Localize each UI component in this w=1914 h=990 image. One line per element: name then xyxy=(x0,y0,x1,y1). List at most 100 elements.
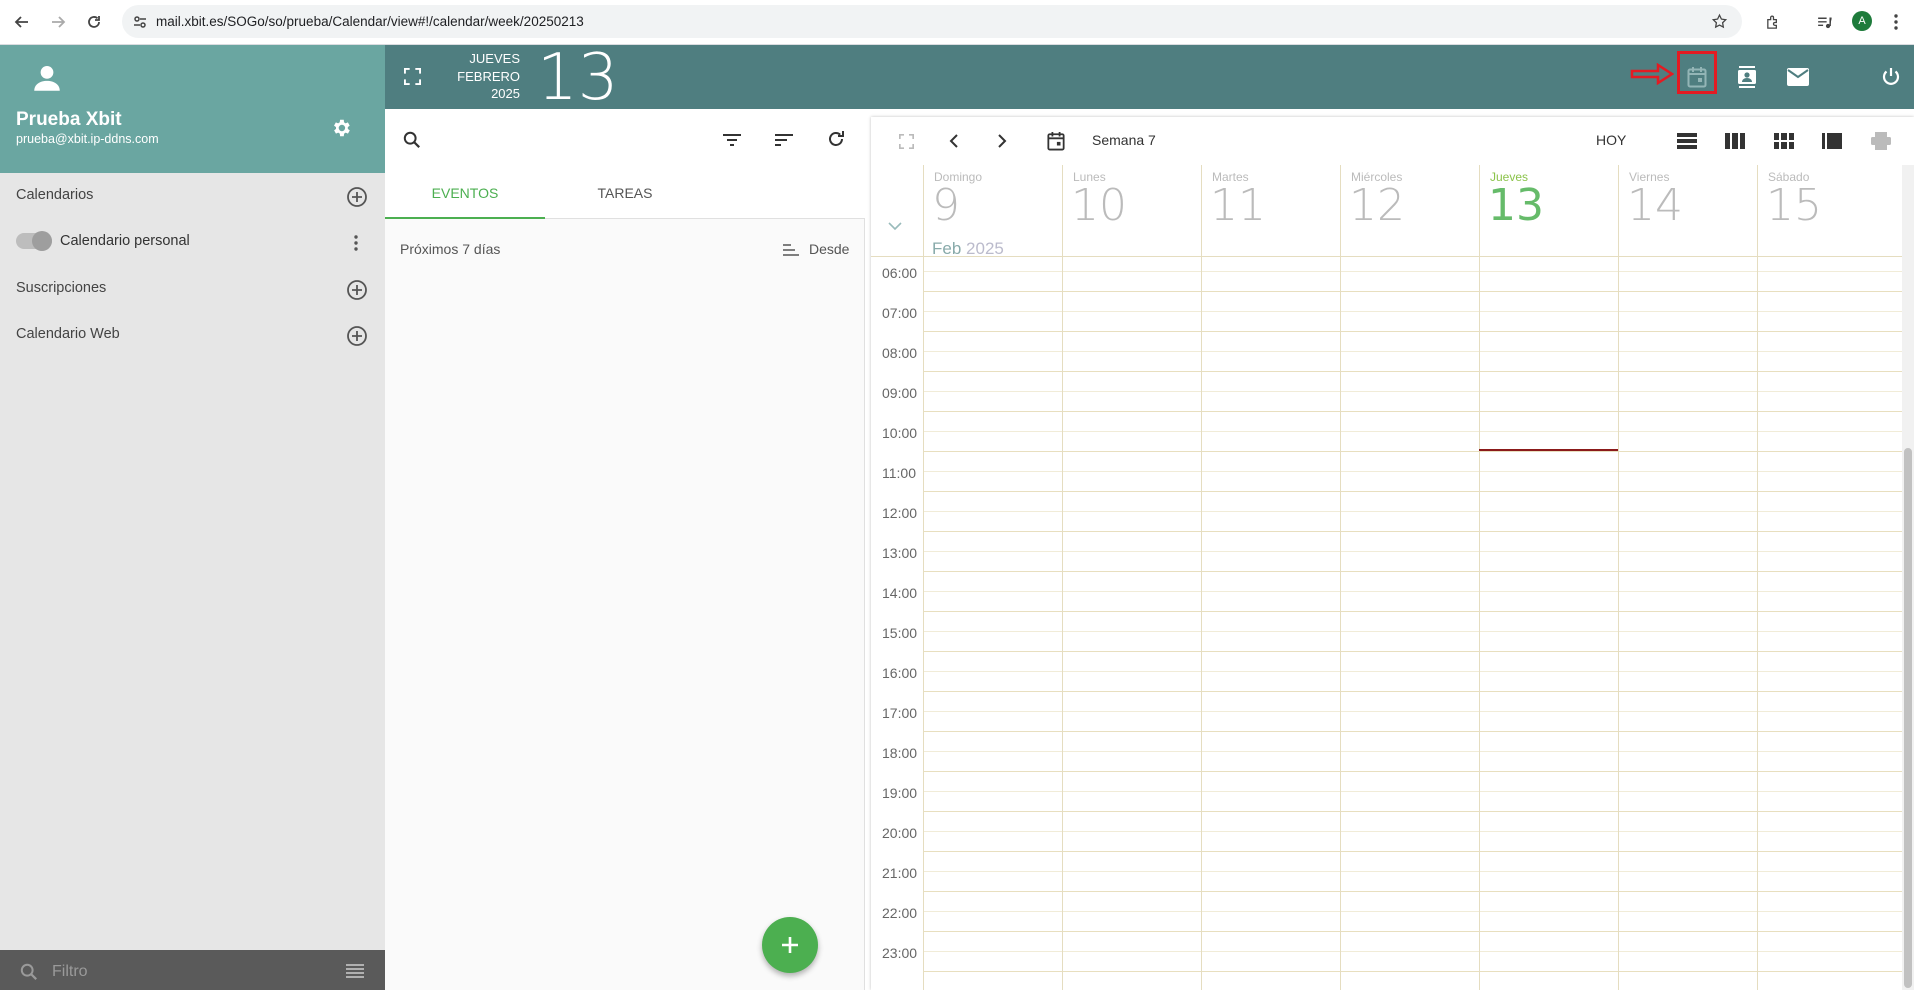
day-column-line xyxy=(923,257,924,990)
sort-order-icon[interactable] xyxy=(783,244,799,256)
logout-power-icon[interactable] xyxy=(1876,62,1906,92)
contacts-app-icon[interactable] xyxy=(1732,62,1762,92)
reload-icon[interactable] xyxy=(83,11,105,33)
settings-gear-icon[interactable] xyxy=(330,117,352,139)
hour-line xyxy=(923,451,1902,452)
day-number: 13 xyxy=(1488,180,1544,231)
month-view-icon[interactable] xyxy=(1772,129,1796,153)
forward-icon[interactable] xyxy=(47,11,69,33)
browser-menu-icon[interactable] xyxy=(1885,11,1907,33)
half-hour-line xyxy=(923,951,1902,952)
hour-row: 15:00 xyxy=(871,619,1902,659)
half-hour-line xyxy=(923,431,1902,432)
site-settings-icon[interactable] xyxy=(132,14,148,30)
hour-row: 08:00 xyxy=(871,339,1902,379)
url-text[interactable]: mail.xbit.es/SOGo/so/prueba/Calendar/vie… xyxy=(156,14,584,29)
hour-row: 13:00 xyxy=(871,539,1902,579)
add-calendar-icon[interactable] xyxy=(346,186,368,208)
add-web-calendar-icon[interactable] xyxy=(346,325,368,347)
filter-input[interactable]: Filtro xyxy=(52,963,88,981)
address-bar[interactable]: mail.xbit.es/SOGo/so/prueba/Calendar/vie… xyxy=(122,5,1742,38)
collapse-allday-icon[interactable] xyxy=(888,222,902,231)
hour-label: 16:00 xyxy=(882,665,918,681)
day-number: 14 xyxy=(1627,180,1683,231)
filter-search-icon xyxy=(20,963,38,981)
bookmark-star-icon[interactable] xyxy=(1711,13,1728,30)
day-column-line xyxy=(1201,257,1202,990)
sort-icon[interactable] xyxy=(775,133,793,147)
hour-line xyxy=(923,411,1902,412)
calendar-scrollbar[interactable] xyxy=(1902,165,1914,990)
next-week-icon[interactable] xyxy=(990,129,1014,153)
current-time-line xyxy=(1479,449,1618,451)
user-icon xyxy=(30,61,64,95)
browser-profile-avatar[interactable]: A xyxy=(1852,11,1872,31)
top-toolbar: JUEVES FEBRERO 2025 13 xyxy=(385,41,1914,115)
day-header-wednesday[interactable]: Miércoles 12 xyxy=(1340,165,1479,256)
previous-week-icon[interactable] xyxy=(942,129,966,153)
search-icon[interactable] xyxy=(403,131,421,149)
hour-line xyxy=(923,331,1902,332)
hour-row: 21:00 xyxy=(871,859,1902,899)
expand-icon[interactable] xyxy=(894,129,918,153)
personal-calendar-toggle[interactable] xyxy=(16,231,52,251)
hour-label: 12:00 xyxy=(882,505,918,521)
hour-line xyxy=(923,291,1902,292)
day-header-thursday-today[interactable]: Jueves 13 xyxy=(1479,165,1618,256)
filter-menu-icon[interactable] xyxy=(346,964,364,978)
media-control-icon[interactable] xyxy=(1813,11,1835,33)
day-column-line xyxy=(1479,257,1480,990)
half-hour-line xyxy=(923,871,1902,872)
hour-line xyxy=(923,491,1902,492)
extensions-icon[interactable] xyxy=(1762,11,1784,33)
multi-column-view-icon[interactable] xyxy=(1820,129,1844,153)
subscriptions-section-label: Suscripciones xyxy=(16,280,107,296)
day-header-tuesday[interactable]: Martes 11 xyxy=(1201,165,1340,256)
hour-line xyxy=(923,651,1902,652)
tab-tasks[interactable]: TAREAS xyxy=(545,185,705,201)
scroll-thumb[interactable] xyxy=(1904,448,1912,988)
hour-line xyxy=(923,971,1902,972)
refresh-icon[interactable] xyxy=(827,130,845,148)
filter-icon[interactable] xyxy=(723,133,741,147)
current-year: 2025 xyxy=(491,86,520,101)
active-tab-indicator xyxy=(385,217,545,219)
web-calendar-section-label: Calendario Web xyxy=(16,326,120,342)
half-hour-line xyxy=(923,791,1902,792)
hour-label: 20:00 xyxy=(882,825,918,841)
sort-order-label[interactable]: Desde xyxy=(809,241,849,257)
calendar-options-icon[interactable] xyxy=(346,233,366,253)
mail-app-icon[interactable] xyxy=(1783,62,1813,92)
half-hour-line xyxy=(923,471,1902,472)
tab-events[interactable]: EVENTOS xyxy=(385,185,545,201)
hour-row: 10:00 xyxy=(871,419,1902,459)
hour-line xyxy=(923,771,1902,772)
hour-row: 09:00 xyxy=(871,379,1902,419)
add-subscription-icon[interactable] xyxy=(346,279,368,301)
red-arrow-annotation xyxy=(1630,63,1674,85)
hour-label: 19:00 xyxy=(882,785,918,801)
hour-line xyxy=(923,571,1902,572)
today-button[interactable]: HOY xyxy=(1596,132,1626,148)
personal-calendar-label[interactable]: Calendario personal xyxy=(60,233,190,249)
fullscreen-icon[interactable] xyxy=(404,68,421,85)
day-view-icon[interactable] xyxy=(1675,129,1699,153)
hour-grid[interactable]: 06:00 07:00 08:00 09:00 10:00 11:00 12:00 13:00… xyxy=(871,257,1902,990)
calendar-app-icon[interactable] xyxy=(1682,62,1712,92)
hour-row: 07:00 xyxy=(871,299,1902,339)
date-picker-icon[interactable] xyxy=(1044,129,1068,153)
current-month: FEBRERO xyxy=(457,68,520,84)
filter-bar[interactable]: Filtro xyxy=(0,950,385,990)
print-icon[interactable] xyxy=(1869,129,1893,153)
day-header-friday[interactable]: Viernes 14 xyxy=(1618,165,1757,256)
day-header-monday[interactable]: Lunes 10 xyxy=(1062,165,1201,256)
half-hour-line xyxy=(923,911,1902,912)
hour-line xyxy=(923,611,1902,612)
add-event-button[interactable] xyxy=(762,917,818,973)
day-header-saturday[interactable]: Sábado 15 xyxy=(1757,165,1896,256)
day-column-line xyxy=(1618,257,1619,990)
back-icon[interactable] xyxy=(11,11,33,33)
hour-row: 14:00 xyxy=(871,579,1902,619)
week-view-icon[interactable] xyxy=(1723,129,1747,153)
hour-row: 16:00 xyxy=(871,659,1902,699)
